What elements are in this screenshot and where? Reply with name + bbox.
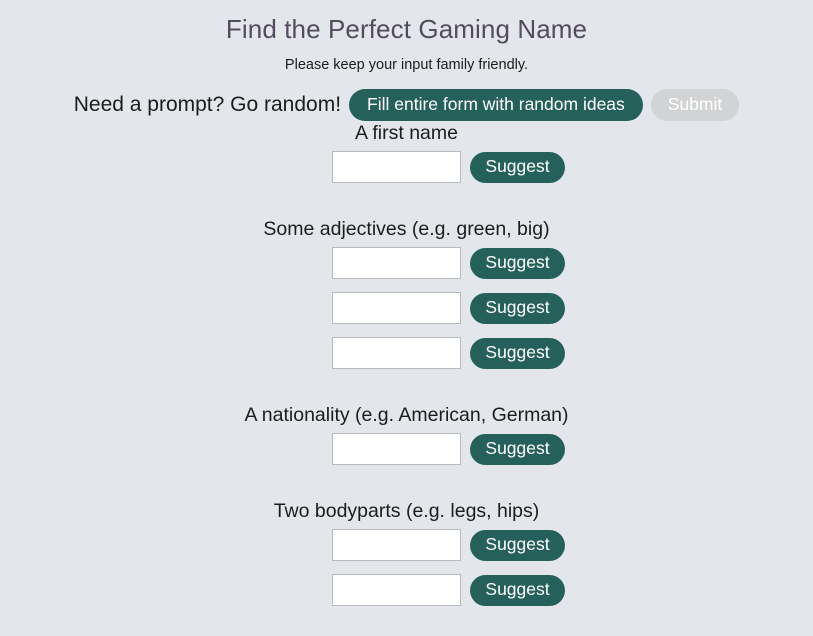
suggest-button[interactable]: Suggest [470, 574, 565, 606]
text-input[interactable] [332, 151, 462, 183]
submit-button[interactable]: Submit [650, 89, 740, 121]
text-input[interactable] [332, 433, 462, 465]
field-group: A first name Suggest [0, 121, 813, 196]
field-group: A nationality (e.g. American, German) Sug… [0, 403, 813, 478]
field-group: Some adjectives (e.g. green, big) Suggest… [0, 217, 813, 382]
input-row: Suggest [248, 337, 565, 369]
suggest-button[interactable]: Suggest [470, 433, 565, 465]
suggest-button[interactable]: Suggest [470, 292, 565, 324]
form-fields: A first name Suggest Some adjectives (e.g.… [0, 121, 813, 619]
field-label: A nationality (e.g. American, German) [244, 404, 569, 426]
field-group: Two bodyparts (e.g. legs, hips) Suggest Su… [0, 499, 813, 619]
text-input[interactable] [332, 247, 462, 279]
page-subtitle: Please keep your input family friendly. [284, 57, 529, 73]
input-row: Suggest [248, 433, 565, 465]
field-label: Two bodyparts (e.g. legs, hips) [273, 500, 540, 522]
input-row: Suggest [248, 292, 565, 324]
random-prompt-row: Need a prompt? Go random! Fill entire fo… [0, 89, 813, 121]
field-label: Some adjectives (e.g. green, big) [263, 218, 550, 240]
suggest-button[interactable]: Suggest [470, 151, 565, 183]
input-row: Suggest [248, 247, 565, 279]
input-row: Suggest [248, 529, 565, 561]
text-input[interactable] [332, 574, 462, 606]
suggest-button[interactable]: Suggest [470, 247, 565, 279]
page-title: Find the Perfect Gaming Name [225, 14, 588, 44]
fill-entire-form-button[interactable]: Fill entire form with random ideas [349, 89, 643, 121]
text-input[interactable] [332, 292, 462, 324]
input-row: Suggest [248, 574, 565, 606]
suggest-button[interactable]: Suggest [470, 529, 565, 561]
suggest-button[interactable]: Suggest [470, 337, 565, 369]
field-label: A first name [355, 122, 458, 144]
text-input[interactable] [332, 337, 462, 369]
page-root: Find the Perfect Gaming Name Please keep… [0, 0, 813, 636]
input-row: Suggest [248, 151, 565, 183]
text-input[interactable] [332, 529, 462, 561]
random-prompt-label: Need a prompt? Go random! [73, 93, 342, 116]
